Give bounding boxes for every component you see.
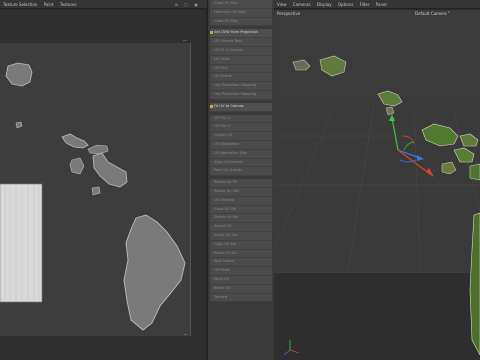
command-item[interactable]: Weld UV [210, 275, 272, 285]
command-item[interactable]: Use Projection Mapping [210, 82, 272, 91]
command-item[interactable]: Pack UV Islands [210, 167, 272, 177]
command-item[interactable]: UV Shrink [210, 73, 272, 83]
menu-texture-selection[interactable]: Texture Selection [3, 2, 37, 7]
command-item[interactable]: Align UV Islands [210, 158, 272, 168]
3d-viewport[interactable]: Perspective Default Camera ° [274, 10, 480, 360]
menu-filter[interactable]: Filter [360, 2, 370, 7]
command-item[interactable]: Use Projection Mapping [210, 90, 272, 100]
command-item[interactable]: UV Grow [210, 55, 272, 65]
menu-display[interactable]: Display [317, 2, 332, 7]
menu-paint[interactable]: Paint [44, 2, 54, 7]
command-item[interactable]: UV Flip V [210, 123, 272, 133]
uv-island-niihau[interactable] [15, 121, 23, 129]
uv-island-oahu[interactable] [61, 133, 89, 149]
command-item[interactable]: Grow UV Sel [210, 205, 272, 215]
uv-island-molokai[interactable] [87, 144, 109, 155]
uv-islands [0, 62, 186, 331]
command-item[interactable]: Fit UV to Canvas [210, 102, 272, 112]
command-item[interactable]: UV Unwrap [210, 196, 272, 206]
menu-textures[interactable]: Textures [60, 2, 77, 7]
command-item[interactable]: Brush UV [210, 284, 272, 294]
command-item[interactable]: Select UV [210, 223, 272, 232]
viewport-scene [274, 55, 480, 360]
uv-island-lanai[interactable] [69, 157, 85, 175]
command-item[interactable]: Shrink UV Sel [210, 214, 272, 224]
zoom-icon[interactable]: ⊕ [175, 2, 178, 7]
uv-toolbar-icons: ⊕ ▢ ▣ [175, 0, 203, 9]
menu-options[interactable]: Options [338, 2, 353, 7]
command-item[interactable]: UV Canvas Rect [210, 38, 272, 47]
command-item[interactable]: Center UV [210, 132, 272, 141]
uv-island-kahoolawe[interactable] [91, 186, 101, 196]
command-item[interactable]: UV Straighten [210, 140, 272, 150]
uv-editor-menubar: Texture Selection Paint Textures ⊕ ▢ ▣ [0, 0, 207, 9]
viewport-menubar: View Cameras Display Options Filter Pane… [274, 0, 480, 9]
command-item[interactable]: UV Relax [210, 267, 272, 276]
command-item[interactable]: Hierarchy UV Poly [210, 8, 272, 18]
menu-view[interactable]: View [277, 2, 287, 7]
command-item[interactable]: Set UVW from Projection [210, 29, 272, 39]
command-item[interactable]: Paste UV Sel [210, 249, 272, 259]
command-item[interactable]: Copy UV Sel [210, 240, 272, 250]
command-item[interactable]: Color UV Poly [210, 17, 272, 27]
command-item[interactable]: UV Flip U [210, 114, 272, 124]
lock-icon[interactable]: ▣ [194, 2, 198, 7]
texture-strip-lines [4, 186, 40, 300]
uv-island-kauai[interactable] [5, 62, 33, 87]
command-item[interactable]: UV Peel [210, 64, 272, 74]
menu-cameras[interactable]: Cameras [293, 2, 311, 7]
command-item[interactable]: Rotate by 90 [210, 179, 272, 188]
fit-icon[interactable]: ▢ [184, 2, 188, 7]
command-item[interactable]: Terrace [210, 293, 272, 303]
command-item[interactable]: Rotate by 180 [210, 187, 272, 197]
texture-strip [0, 183, 43, 303]
uv-commands-panel: Color UV Poly Hierarchy UV Poly Color UV P… [207, 0, 275, 360]
uv-island-big-island[interactable] [123, 214, 186, 331]
menu-panel[interactable]: Panel [376, 2, 387, 7]
command-item[interactable]: UV Fit in Canvas [210, 46, 272, 56]
uv-island-maui[interactable] [92, 152, 128, 188]
command-item[interactable]: Invert UV Sel [210, 231, 272, 241]
command-item[interactable]: Color UV Poly [210, 0, 272, 9]
command-item[interactable]: UV Normalize Size [210, 149, 272, 159]
command-item[interactable]: Split Island [210, 258, 272, 268]
uv-editor-canvas[interactable]: ⌐ ⌐ [0, 10, 205, 360]
